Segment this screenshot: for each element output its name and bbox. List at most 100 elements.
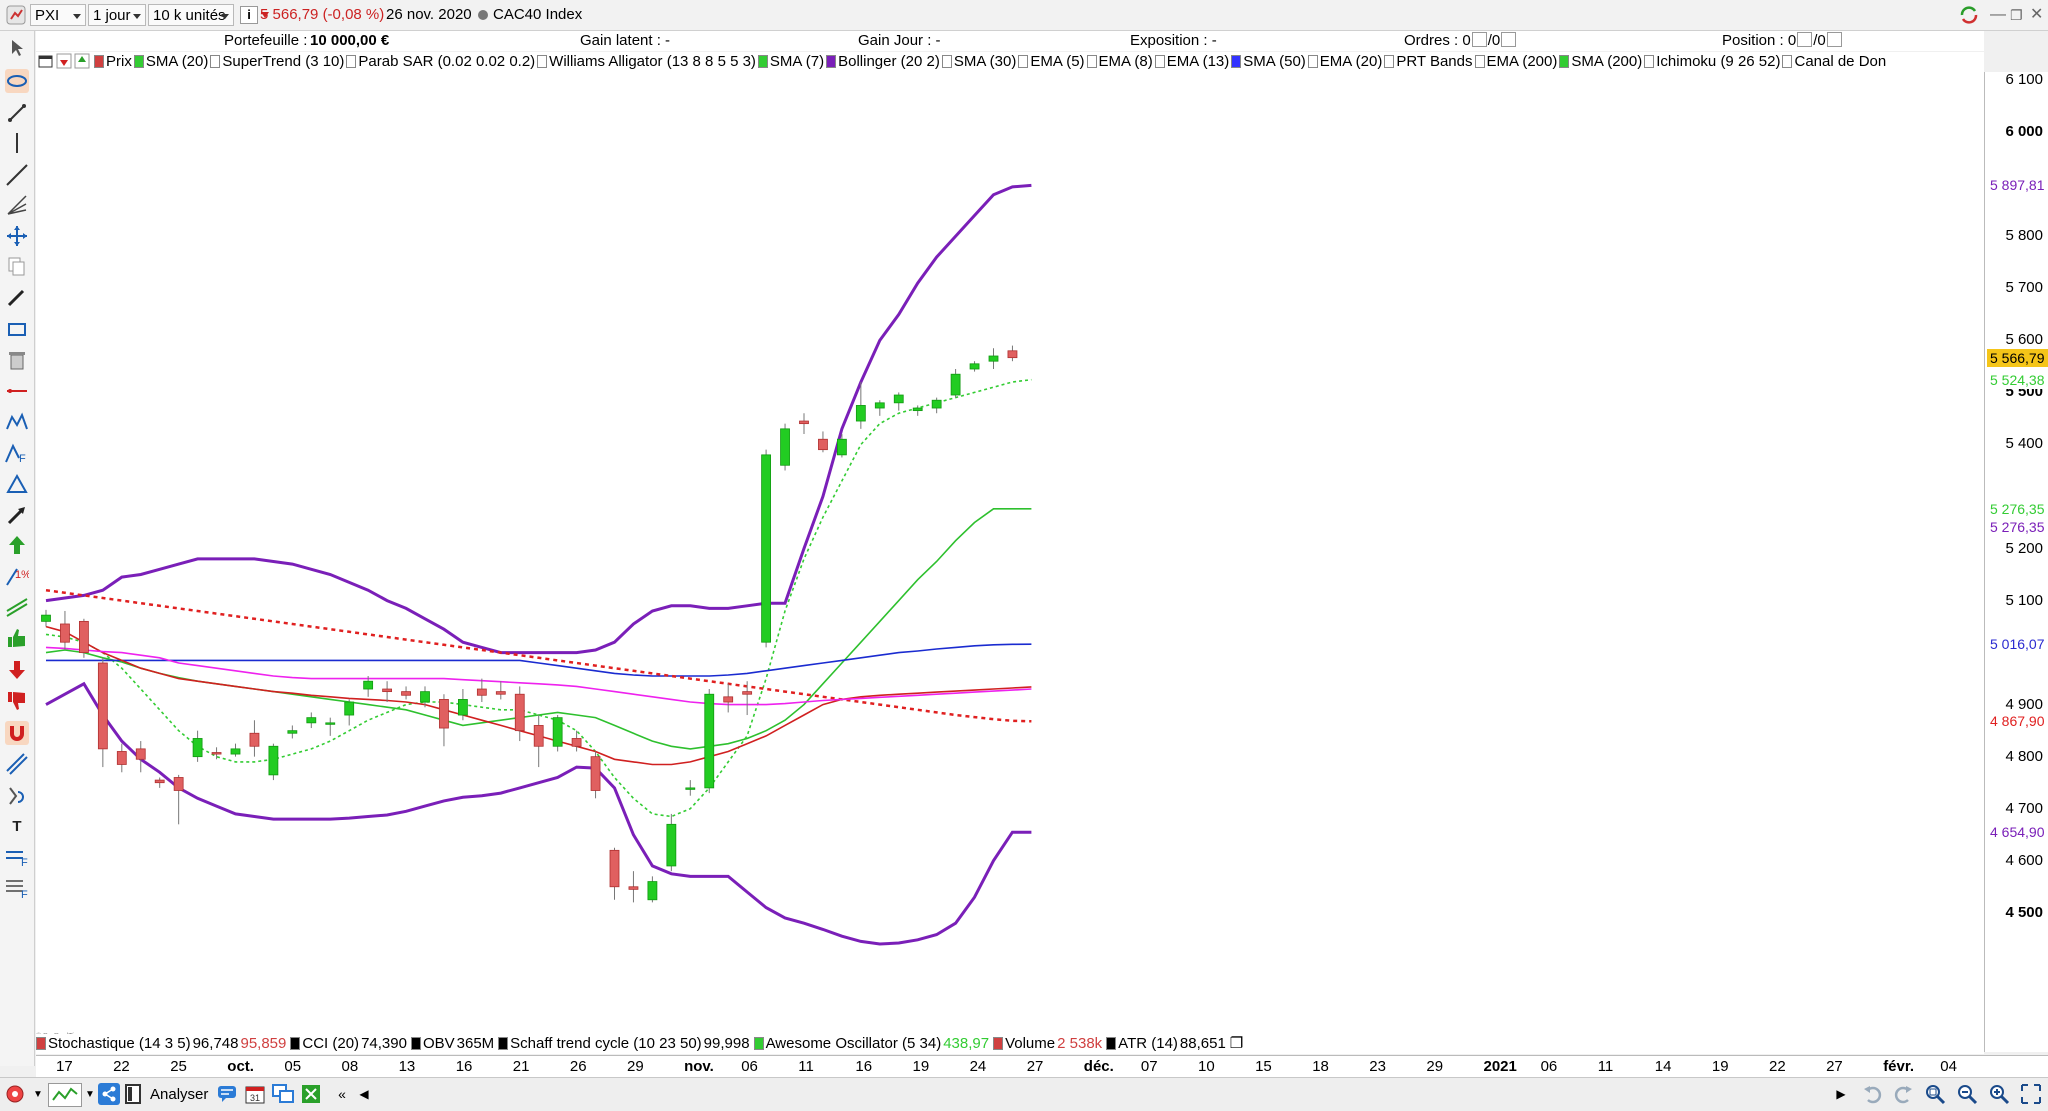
refresh-icon[interactable] [1958, 4, 1980, 26]
chart-type-dropdown-icon[interactable]: ▼ [84, 1083, 96, 1105]
horizontal-line-icon[interactable] [5, 379, 29, 403]
percent-tool-icon[interactable]: 1% [5, 564, 29, 588]
magnet-icon[interactable] [5, 721, 29, 745]
undo-icon[interactable] [1860, 1083, 1886, 1105]
indicator-toggle[interactable]: Ichimoku (9 26 52) [1644, 53, 1780, 70]
channel-icon[interactable] [5, 594, 29, 618]
indicator-toggle[interactable]: SMA (7) [757, 53, 824, 70]
copy-icon[interactable] [5, 255, 29, 279]
indicator-toggle[interactable]: EMA (20) [1307, 53, 1382, 70]
restore-icon[interactable]: ❐ [2010, 4, 2023, 26]
instrument-icon[interactable] [6, 5, 28, 27]
indicator-toggle[interactable]: SMA (200) [1559, 53, 1642, 70]
pattern-icon[interactable] [5, 410, 29, 434]
info-icon[interactable]: i [240, 6, 258, 24]
close-icon[interactable]: ✕ [2030, 4, 2043, 26]
settings-icon[interactable] [2, 1083, 28, 1105]
zoom-in-icon[interactable] [1986, 1083, 2012, 1105]
indicator-toggle[interactable]: Williams Alligator (13 8 8 5 5 3) [537, 53, 756, 70]
position-button-2[interactable] [1826, 32, 1842, 47]
redo-icon[interactable] [1890, 1083, 1916, 1105]
bottom-indicator[interactable]: OBV 365M [410, 1035, 494, 1052]
indicator-toggle[interactable]: Bollinger (20 2) [826, 53, 940, 70]
position-button[interactable] [1797, 32, 1813, 47]
bottom-indicator[interactable]: Awesome Oscillator (5 34) 438,97 [753, 1035, 989, 1052]
ellipse-tool-icon[interactable] [5, 69, 29, 93]
bottom-indicator[interactable]: Schaff trend cycle (10 23 50) 99,998 [498, 1035, 750, 1052]
symbol-dropdown[interactable]: PXI [30, 4, 86, 26]
time-axis[interactable]: 17 22 25 oct. 05 08 13 16 21 26 29 nov. 06 11 16 19 24 27… [36, 1055, 2048, 1077]
indicator-toggle[interactable]: PRT Bands [1384, 53, 1473, 70]
fibonacci-fan-icon[interactable] [5, 193, 29, 217]
bottom-indicator-value: 74,390 [361, 1035, 407, 1052]
text-tool-icon[interactable]: T [5, 814, 29, 838]
sort-up-icon[interactable] [74, 53, 90, 72]
trash-icon[interactable] [5, 348, 29, 372]
orders-button-2[interactable] [1501, 32, 1517, 47]
orders-button[interactable] [1471, 32, 1487, 47]
trend-line-icon[interactable] [5, 163, 29, 187]
cursor-icon[interactable] [5, 36, 29, 60]
windows-icon[interactable] [272, 1083, 294, 1105]
analyze-button[interactable]: Analyser [150, 1083, 208, 1105]
chart-type-icon[interactable] [48, 1083, 82, 1107]
thumbs-up-icon[interactable] [5, 626, 29, 650]
thumbs-down-icon[interactable] [5, 689, 29, 713]
segment-tool-icon[interactable] [5, 101, 29, 125]
parallel-lines-icon[interactable] [5, 752, 29, 776]
move-icon[interactable] [5, 224, 29, 248]
rectangle-tool-icon[interactable] [5, 317, 29, 341]
zoom-out-icon[interactable] [1954, 1083, 1980, 1105]
cycle-tool-icon[interactable] [5, 783, 29, 807]
chat-icon[interactable] [216, 1083, 238, 1105]
indicator-toggle[interactable]: EMA (13) [1154, 53, 1229, 70]
scroll-left-icon[interactable]: ◀ [356, 1083, 372, 1105]
up-arrow-icon[interactable] [5, 533, 29, 557]
indicator-toggle[interactable]: Prix [94, 53, 132, 70]
scroll-start-icon[interactable]: « [334, 1083, 350, 1105]
price-axis[interactable]: 6 100 6 000 5 800 5 700 5 600 5 500 5 400 5 200… [1984, 71, 2048, 1052]
calendar-icon[interactable]: 31 [244, 1083, 266, 1105]
export-icon[interactable] [300, 1083, 322, 1105]
price-chart[interactable]: © ProRealTime.com [36, 72, 1984, 1042]
window-icon[interactable] [38, 53, 54, 72]
candle [135, 741, 146, 773]
candle-body [893, 394, 904, 404]
fibo-levels-icon[interactable]: F [5, 845, 29, 869]
indicator-toggle[interactable]: Canal de Don [1782, 53, 1886, 70]
candle [116, 743, 127, 773]
bottom-indicator[interactable]: CCI (20) 74,390 [290, 1035, 407, 1052]
panel-icon[interactable] [122, 1083, 144, 1105]
bottom-indicator[interactable]: ATR (14) 88,651 [1106, 1035, 1226, 1052]
arrow-tool-icon[interactable] [5, 503, 29, 527]
scroll-right-icon[interactable]: ▶ [1832, 1083, 1850, 1105]
indicator-toggle[interactable]: EMA (5) [1018, 53, 1085, 70]
bottom-indicator[interactable]: Volume 2 538k [993, 1035, 1102, 1052]
price-tag: 5 276,35 [1987, 517, 2048, 536]
fibonacci-icon[interactable]: F [5, 441, 29, 465]
svg-text:F: F [21, 857, 28, 868]
indicator-toggle[interactable]: Parab SAR (0.02 0.02 0.2) [346, 53, 535, 70]
down-arrow-icon[interactable] [5, 658, 29, 682]
zoom-area-icon[interactable] [1922, 1083, 1948, 1105]
triangle-icon[interactable] [5, 472, 29, 496]
pencil-icon[interactable] [5, 285, 29, 309]
share-icon[interactable] [98, 1083, 120, 1105]
vertical-line-icon[interactable] [5, 131, 29, 155]
indicator-toggle[interactable]: SMA (30) [941, 53, 1016, 70]
units-dropdown[interactable]: 10 k unités [148, 4, 234, 26]
indicator-toggle[interactable]: EMA (8) [1086, 53, 1153, 70]
fibo-extension-icon[interactable]: F [5, 876, 29, 900]
detach-panel-icon[interactable]: ❐ [1230, 1035, 1243, 1052]
minimize-icon[interactable]: — [1990, 4, 2006, 26]
change-pct: (-0,08 %) [322, 6, 385, 23]
period-dropdown[interactable]: 1 jour [88, 4, 146, 26]
fit-icon[interactable] [2018, 1083, 2044, 1105]
bottom-indicator[interactable]: Stochastique (14 3 5) 96,748 95,859 [36, 1035, 286, 1052]
indicator-toggle[interactable]: SMA (50) [1231, 53, 1306, 70]
indicator-toggle[interactable]: SuperTrend (3 10) [210, 53, 344, 70]
sort-down-icon[interactable] [56, 53, 72, 72]
settings-dropdown-icon[interactable]: ▼ [32, 1083, 44, 1105]
indicator-toggle[interactable]: EMA (200) [1474, 53, 1557, 70]
indicator-toggle[interactable]: SMA (20) [133, 53, 208, 70]
